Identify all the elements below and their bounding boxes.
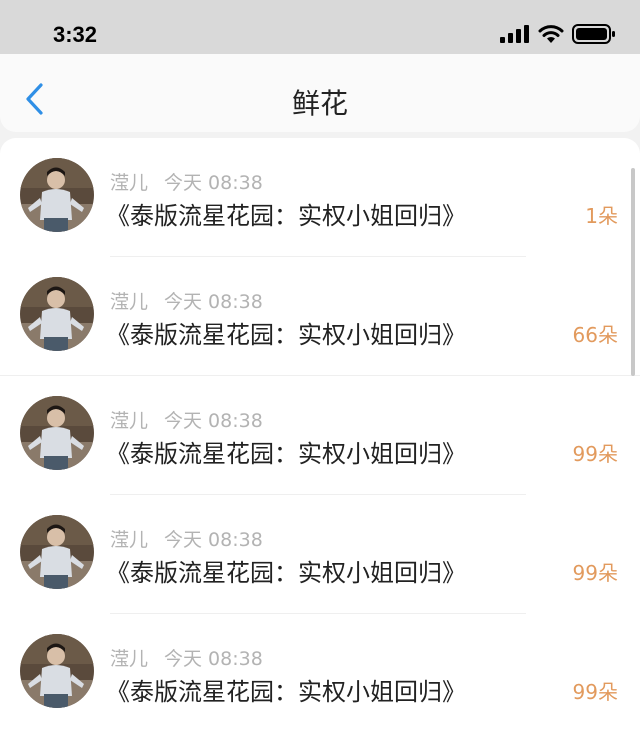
list-item[interactable]: 滢儿 今天 08:38 《泰版流星花园：实权小姐回归》 99朵 bbox=[0, 376, 640, 495]
list-item[interactable]: 滢儿 今天 08:38 《泰版流星花园：实权小姐回归》 99朵 bbox=[0, 614, 640, 730]
avatar[interactable] bbox=[20, 396, 94, 470]
list-item[interactable]: 滢儿 今天 08:38 《泰版流星花园：实权小姐回归》 1朵 bbox=[0, 138, 640, 257]
item-meta: 滢儿 今天 08:38 bbox=[110, 287, 263, 314]
timestamp: 今天 08:38 bbox=[164, 291, 263, 313]
list-item[interactable]: 滢儿 今天 08:38 《泰版流星花园：实权小姐回归》 99朵 bbox=[0, 495, 640, 614]
flower-count: 99朵 bbox=[572, 680, 618, 704]
timestamp: 今天 08:38 bbox=[164, 529, 263, 551]
status-time: 3:32 bbox=[53, 22, 98, 47]
flower-count: 1朵 bbox=[585, 204, 618, 228]
flower-count: 66朵 bbox=[572, 323, 618, 347]
book-title: 《泰版流星花园：实权小姐回归》 bbox=[106, 321, 466, 349]
item-meta: 滢儿 今天 08:38 bbox=[110, 406, 263, 433]
timestamp: 今天 08:38 bbox=[164, 172, 263, 194]
flower-count: 99朵 bbox=[572, 561, 618, 585]
user-name: 滢儿 bbox=[110, 172, 149, 194]
avatar[interactable] bbox=[20, 515, 94, 589]
timestamp: 今天 08:38 bbox=[164, 648, 263, 670]
signal-icon bbox=[500, 25, 529, 43]
page-title: 鲜花 bbox=[291, 87, 348, 120]
user-name: 滢儿 bbox=[110, 648, 149, 670]
flower-count: 99朵 bbox=[572, 442, 618, 466]
item-meta: 滢儿 今天 08:38 bbox=[110, 525, 263, 552]
user-name: 滢儿 bbox=[110, 410, 149, 432]
avatar[interactable] bbox=[20, 634, 94, 708]
item-meta: 滢儿 今天 08:38 bbox=[110, 644, 263, 671]
flower-list: 滢儿 今天 08:38 《泰版流星花园：实权小姐回归》 1朵 滢儿 今天 08:38… bbox=[0, 138, 640, 730]
item-meta: 滢儿 今天 08:38 bbox=[110, 168, 263, 195]
user-name: 滢儿 bbox=[110, 529, 149, 551]
book-title: 《泰版流星花园：实权小姐回归》 bbox=[106, 202, 466, 230]
scrollbar[interactable] bbox=[631, 168, 635, 376]
list-item[interactable]: 滢儿 今天 08:38 《泰版流星花园：实权小姐回归》 66朵 bbox=[0, 257, 640, 376]
user-name: 滢儿 bbox=[110, 291, 149, 313]
nav-header: 鲜花 bbox=[0, 54, 640, 132]
status-icons bbox=[500, 24, 616, 44]
book-title: 《泰版流星花园：实权小姐回归》 bbox=[106, 678, 466, 706]
book-title: 《泰版流星花园：实权小姐回归》 bbox=[106, 440, 466, 468]
battery-icon bbox=[572, 24, 615, 44]
avatar[interactable] bbox=[20, 277, 94, 351]
wifi-icon bbox=[538, 25, 564, 43]
timestamp: 今天 08:38 bbox=[164, 410, 263, 432]
status-bar: 3:32 bbox=[0, 0, 640, 54]
avatar[interactable] bbox=[20, 158, 94, 232]
book-title: 《泰版流星花园：实权小姐回归》 bbox=[106, 559, 466, 587]
